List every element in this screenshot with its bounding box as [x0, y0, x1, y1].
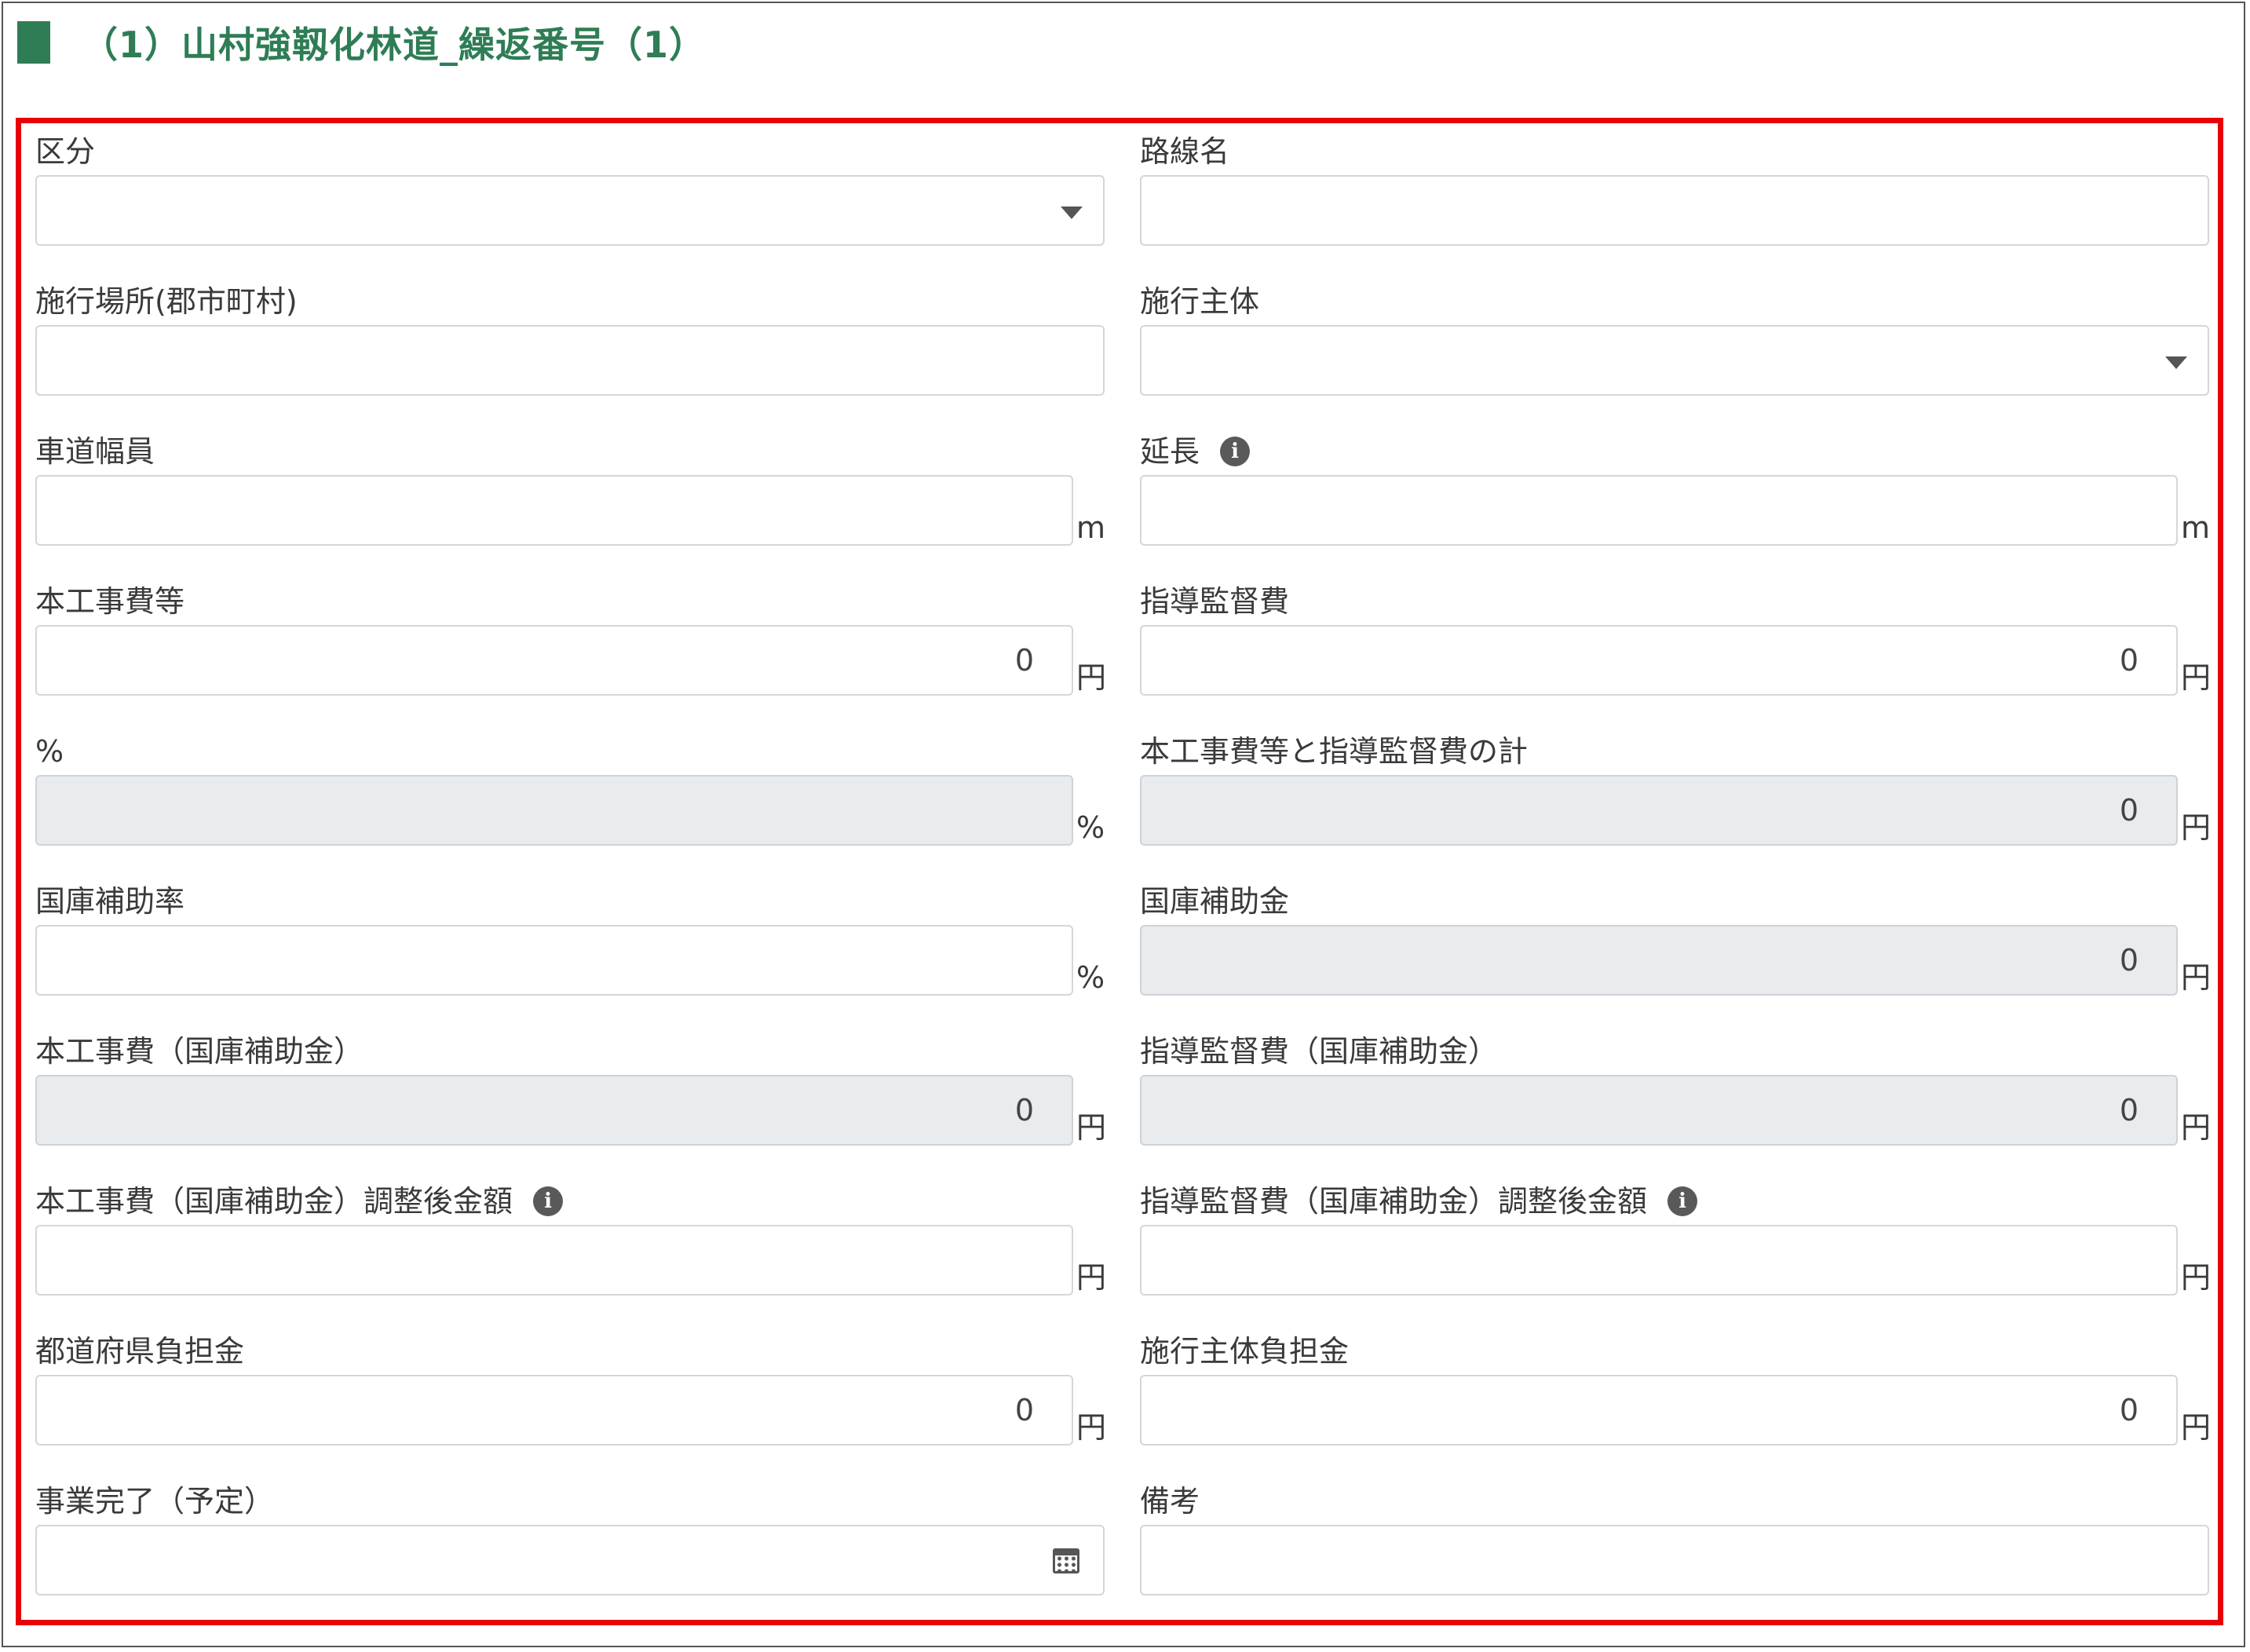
field-label-text: 備考 [1140, 1484, 1200, 1519]
unit-label: 円 [2181, 1410, 2212, 1445]
field-label: 本工事費（国庫補助金）調整後金額 i [35, 1179, 564, 1223]
total-input: 0 [1140, 775, 2178, 846]
field-label: 本工事費等と指導監督費の計 [1140, 729, 1528, 773]
chevron-down-icon[interactable] [2165, 356, 2187, 369]
field-value: 0 [1014, 1393, 1034, 1427]
unit-label: 円 [2181, 810, 2212, 845]
field-label-text: 本工事費等 [35, 584, 185, 619]
unit-label: 円 [2181, 960, 2212, 995]
unit-label: 円 [1076, 660, 1107, 695]
field-label: 区分 [35, 130, 95, 174]
field-label-text: 車道幅員 [35, 434, 155, 469]
unit-label: m [2181, 510, 2211, 545]
hon-kouji-hi-input[interactable]: 0 [35, 625, 1073, 696]
sekou-shutai-select[interactable] [1140, 325, 2209, 396]
unit-label: 円 [2181, 660, 2212, 695]
hon-kouji-kokko-input: 0 [35, 1075, 1073, 1146]
field-value: 0 [1014, 1093, 1034, 1128]
percent-input [35, 775, 1073, 846]
field-label-text: 施行主体 [1140, 284, 1260, 319]
field-label: 本工事費等 [35, 579, 184, 623]
field-label: % [35, 729, 64, 773]
field-label: 車道幅員 [35, 429, 155, 473]
shadou-fukuin-input[interactable] [35, 475, 1073, 546]
field-label-text: 路線名 [1140, 134, 1230, 169]
field-label: 都道府県負担金 [35, 1329, 244, 1373]
section-header: （1）山村強靱化林道_繰返番号（1） [17, 14, 706, 71]
field-label-text: 事業完了（予定） [35, 1484, 275, 1519]
unit-label: 円 [2181, 1260, 2212, 1295]
section-title: （1）山村強靱化林道_繰返番号（1） [82, 24, 707, 66]
unit-label: 円 [1076, 1110, 1107, 1145]
field-value: 0 [2119, 793, 2139, 828]
field-value: 0 [1014, 643, 1034, 678]
field-label: 施行主体負担金 [1140, 1329, 1349, 1373]
todoufuken-futan-input[interactable]: 0 [35, 1375, 1073, 1446]
field-label-text: 施行主体負担金 [1140, 1334, 1350, 1369]
section-marker [17, 21, 50, 64]
field-label-text: 国庫補助金 [1140, 884, 1290, 919]
field-value: 0 [2119, 943, 2139, 978]
field-label-text: 国庫補助率 [35, 884, 185, 919]
field-label-text: 指導監督費（国庫補助金） [1140, 1034, 1499, 1069]
field-label: 国庫補助率 [35, 879, 184, 923]
unit-label: % [1076, 810, 1105, 845]
unit-label: % [1076, 960, 1105, 995]
sekou-shutai-futan-input[interactable]: 0 [1140, 1375, 2178, 1446]
bikou-input[interactable] [1140, 1525, 2209, 1595]
field-label: 施行主体 [1140, 280, 1259, 323]
hon-kouji-kokko-chousei-input[interactable] [35, 1225, 1073, 1296]
info-icon[interactable]: i [533, 1186, 564, 1216]
rosenmei-input[interactable] [1140, 175, 2209, 246]
jigyou-kanryou-date-input[interactable] [35, 1525, 1105, 1595]
field-label-text: 本工事費（国庫補助金）調整後金額 [35, 1184, 513, 1219]
field-label-text: 指導監督費 [1140, 584, 1290, 619]
field-label-text: % [35, 734, 64, 769]
field-label-text: 施行場所(郡市町村) [35, 284, 298, 319]
field-label-text: 指導監督費（国庫補助金）調整後金額 [1140, 1184, 1648, 1219]
unit-label: 円 [1076, 1260, 1107, 1295]
field-label-text: 延長 [1140, 434, 1200, 469]
field-label-text: 本工事費等と指導監督費の計 [1140, 734, 1529, 769]
sekou-basho-input[interactable] [35, 325, 1105, 396]
unit-label: 円 [1076, 1410, 1107, 1445]
field-label: 路線名 [1140, 130, 1229, 174]
shidou-kokko-input: 0 [1140, 1075, 2178, 1146]
unit-label: 円 [2181, 1110, 2212, 1145]
info-icon[interactable]: i [1220, 437, 1251, 466]
info-icon[interactable]: i [1667, 1186, 1698, 1216]
field-label: 指導監督費（国庫補助金）調整後金額 i [1140, 1179, 1698, 1223]
enchou-input[interactable] [1140, 475, 2178, 546]
field-label: 事業完了（予定） [35, 1479, 274, 1523]
field-label-text: 区分 [35, 134, 96, 169]
field-label: 備考 [1140, 1479, 1200, 1523]
field-value: 0 [2119, 643, 2139, 678]
shidou-kokko-chousei-input[interactable] [1140, 1225, 2178, 1296]
kokko-hojo-ritsu-input[interactable] [35, 925, 1073, 996]
field-label: 延長 i [1140, 429, 1251, 473]
field-label: 国庫補助金 [1140, 879, 1289, 923]
kokko-hojo-kin-input: 0 [1140, 925, 2178, 996]
kubun-select[interactable] [35, 175, 1105, 246]
field-label: 施行場所(郡市町村) [35, 280, 298, 323]
calendar-icon[interactable] [1053, 1548, 1079, 1573]
shidou-kantoku-hi-input[interactable]: 0 [1140, 625, 2178, 696]
field-label: 指導監督費 [1140, 579, 1289, 623]
field-value: 0 [2119, 1393, 2139, 1427]
field-label: 指導監督費（国庫補助金） [1140, 1029, 1498, 1073]
field-label: 本工事費（国庫補助金） [35, 1029, 363, 1073]
chevron-down-icon[interactable] [1061, 206, 1083, 219]
field-value: 0 [2119, 1093, 2139, 1128]
field-label-text: 本工事費（国庫補助金） [35, 1034, 364, 1069]
field-label-text: 都道府県負担金 [35, 1334, 245, 1369]
unit-label: m [1076, 510, 1106, 545]
